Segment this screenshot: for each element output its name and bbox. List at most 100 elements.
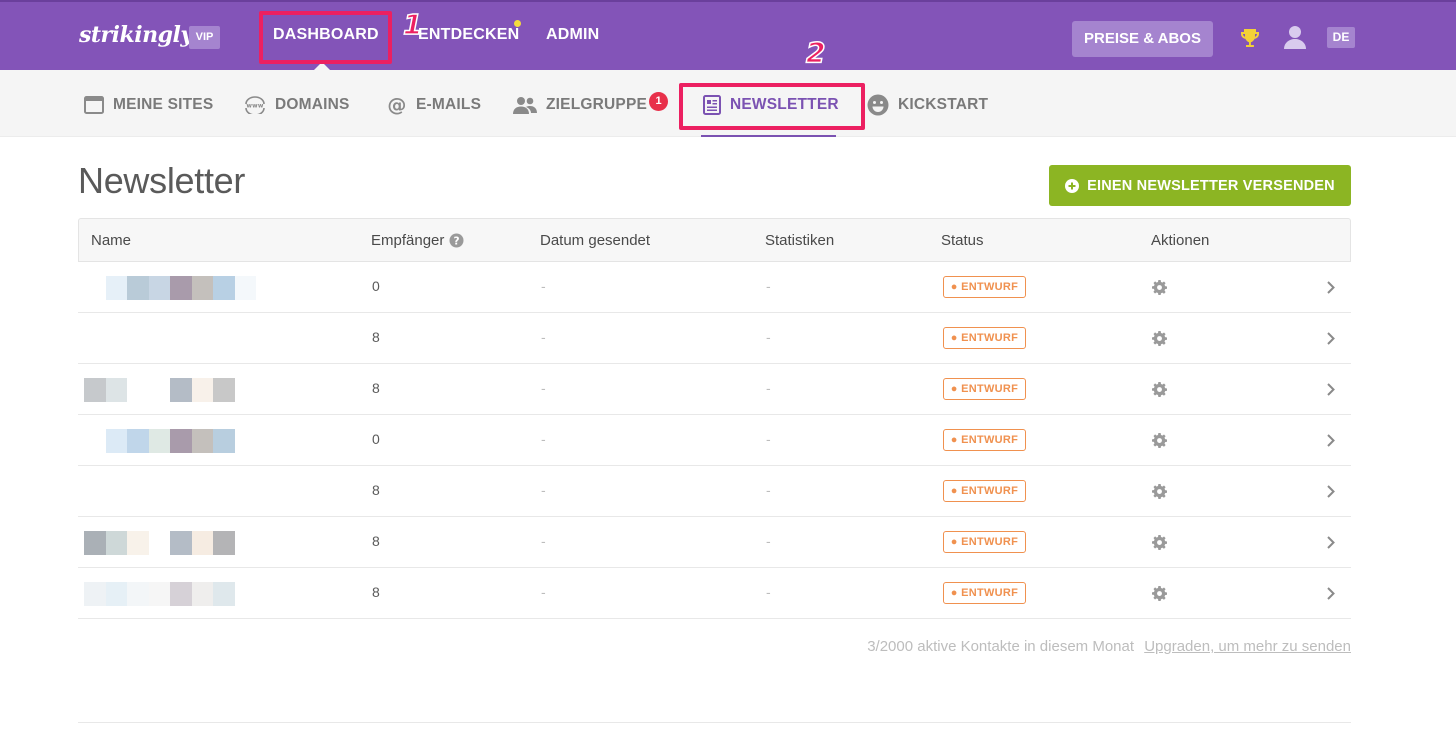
plus-circle-icon <box>1065 178 1080 193</box>
upgrade-link[interactable]: Upgraden, um mehr zu senden <box>1144 638 1351 655</box>
www-globe-icon: www <box>245 96 265 114</box>
status-badge: ● ENTWURF <box>943 531 1026 553</box>
recipients-count: 8 <box>372 584 380 600</box>
status-badge: ● ENTWURF <box>943 582 1026 604</box>
table-row[interactable]: 8 - - ● ENTWURF <box>78 364 1351 415</box>
redacted-block <box>213 327 235 351</box>
redacted-block <box>234 480 256 504</box>
redacted-block <box>105 276 127 300</box>
gear-icon[interactable] <box>1152 433 1167 448</box>
redacted-block <box>127 276 149 300</box>
date-sent: - <box>541 482 546 498</box>
table-row[interactable]: 8 - - ● ENTWURF <box>78 466 1351 517</box>
nav-entdecken[interactable]: ENTDECKEN <box>418 26 519 44</box>
redacted-block <box>127 582 149 606</box>
chevron-right-icon[interactable] <box>1326 382 1336 397</box>
chevron-right-icon[interactable] <box>1326 586 1336 601</box>
language-switcher[interactable]: DE <box>1327 27 1355 48</box>
gear-icon[interactable] <box>1152 586 1167 601</box>
redacted-block <box>234 276 256 300</box>
strikingly-logo[interactable]: strikingly <box>79 22 193 48</box>
redacted-block <box>148 531 170 555</box>
redacted-block <box>84 327 106 351</box>
footer-divider <box>78 722 1351 723</box>
statistics: - <box>766 431 771 447</box>
redacted-block <box>234 378 256 402</box>
newsletter-name-redacted[interactable] <box>84 476 256 508</box>
table-row[interactable]: 8 - - ● ENTWURF <box>78 568 1351 619</box>
gear-icon[interactable] <box>1152 382 1167 397</box>
newsletter-name-redacted[interactable] <box>84 272 256 304</box>
redacted-block <box>148 378 170 402</box>
redacted-block <box>105 327 127 351</box>
column-statistiken: Statistiken <box>765 232 835 249</box>
column-datum-gesendet: Datum gesendet <box>540 232 651 249</box>
redacted-block <box>148 429 170 453</box>
redacted-block <box>234 582 256 606</box>
recipients-count: 8 <box>372 329 380 345</box>
svg-text:www: www <box>246 103 263 110</box>
send-newsletter-button[interactable]: EINEN NEWSLETTER VERSENDEN <box>1049 165 1351 206</box>
chevron-right-icon[interactable] <box>1326 280 1336 295</box>
newsletter-name-redacted[interactable] <box>84 425 256 457</box>
redacted-block <box>105 531 127 555</box>
gear-icon[interactable] <box>1152 484 1167 499</box>
tab-emails[interactable]: @ E-MAILS <box>387 94 481 116</box>
at-sign-icon: @ <box>387 95 406 115</box>
redacted-block <box>170 378 192 402</box>
recipients-count: 0 <box>372 431 380 447</box>
newsletter-name-redacted[interactable] <box>84 578 256 610</box>
tab-label: E-MAILS <box>416 96 482 113</box>
status-badge: ● ENTWURF <box>943 480 1026 502</box>
newsletter-name-redacted[interactable] <box>84 527 256 559</box>
recipients-count: 0 <box>372 278 380 294</box>
trophy-icon[interactable] <box>1238 26 1262 50</box>
column-empfaenger-label: Empfänger <box>371 232 445 249</box>
nav-admin[interactable]: ADMIN <box>546 26 599 44</box>
gear-icon[interactable] <box>1152 331 1167 346</box>
redacted-block <box>213 531 235 555</box>
tab-meine-sites[interactable]: MEINE SITES <box>84 94 213 116</box>
chevron-right-icon[interactable] <box>1326 433 1336 448</box>
redacted-block <box>170 582 192 606</box>
user-profile-icon[interactable] <box>1282 24 1308 50</box>
status-badge: ● ENTWURF <box>943 429 1026 451</box>
status-badge: ● ENTWURF <box>943 276 1026 298</box>
gear-icon[interactable] <box>1152 280 1167 295</box>
redacted-block <box>84 582 106 606</box>
tab-label: DOMAINS <box>275 96 350 113</box>
chevron-right-icon[interactable] <box>1326 331 1336 346</box>
date-sent: - <box>541 329 546 345</box>
date-sent: - <box>541 380 546 396</box>
recipients-count: 8 <box>372 533 380 549</box>
table-body: 0 - - ● ENTWURF 8 - - ● ENTWURF 8 - - ● ENTWURF 0 - - ●… <box>78 262 1351 619</box>
table-row[interactable]: 0 - - ● ENTWURF <box>78 415 1351 466</box>
pricing-button[interactable]: PREISE & ABOS <box>1072 21 1213 57</box>
vip-badge: VIP <box>189 26 220 49</box>
redacted-block <box>191 429 213 453</box>
svg-text:?: ? <box>454 236 460 248</box>
tab-domains[interactable]: www DOMAINS <box>244 94 350 116</box>
statistics: - <box>766 482 771 498</box>
table-row[interactable]: 0 - - ● ENTWURF <box>78 262 1351 313</box>
redacted-block <box>105 429 127 453</box>
tab-kickstart[interactable]: KICKSTART <box>867 94 988 116</box>
redacted-block <box>170 429 192 453</box>
recipients-count: 8 <box>372 482 380 498</box>
table-row[interactable]: 8 - - ● ENTWURF <box>78 313 1351 364</box>
help-question-icon[interactable]: ? <box>449 233 464 248</box>
gear-icon[interactable] <box>1152 535 1167 550</box>
newsletter-name-redacted[interactable] <box>84 323 256 355</box>
top-navigation-bar: strikingly VIP DASHBOARD ENTDECKEN ADMIN… <box>0 0 1456 70</box>
table-row[interactable]: 8 - - ● ENTWURF <box>78 517 1351 568</box>
smiley-face-icon <box>867 94 889 116</box>
annotation-number-2: 2 <box>805 35 826 70</box>
chevron-right-icon[interactable] <box>1326 535 1336 550</box>
redacted-block <box>213 276 235 300</box>
redacted-block <box>148 276 170 300</box>
newsletter-name-redacted[interactable] <box>84 374 256 406</box>
chevron-right-icon[interactable] <box>1326 484 1336 499</box>
tab-zielgruppe[interactable]: ZIELGRUPPE <box>513 94 647 116</box>
redacted-block <box>213 429 235 453</box>
redacted-block <box>105 378 127 402</box>
